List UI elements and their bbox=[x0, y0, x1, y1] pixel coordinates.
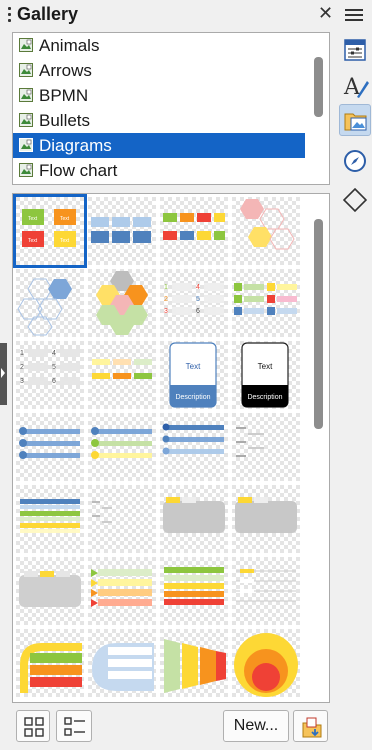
gallery-thumb-gray-numbered[interactable]: 1 4 2 5 3 6 bbox=[16, 341, 84, 409]
gallery-thumb-mixed-bullets[interactable] bbox=[88, 413, 156, 481]
gallery-thumb-quadrants[interactable]: Text Text Text Text bbox=[13, 194, 87, 268]
gallery-thumb-hex-cluster[interactable] bbox=[88, 269, 156, 337]
thumb-label: Text bbox=[28, 238, 38, 244]
new-theme-button[interactable]: New... bbox=[223, 710, 289, 742]
svg-text:1: 1 bbox=[20, 350, 24, 357]
gallery-thumb-colored-labels[interactable] bbox=[88, 341, 156, 409]
theme-item-diagrams[interactable]: Diagrams bbox=[13, 133, 305, 158]
gallery-thumb-blue-bullets-2[interactable] bbox=[160, 413, 228, 481]
gallery-thumb-plain-list[interactable] bbox=[232, 413, 300, 481]
svg-text:4: 4 bbox=[196, 284, 200, 291]
shapes-icon[interactable] bbox=[339, 184, 371, 216]
drag-grip-icon[interactable] bbox=[8, 7, 11, 23]
svg-text:4: 4 bbox=[52, 350, 56, 357]
theme-item-label: BPMN bbox=[39, 86, 89, 105]
gallery-thumb-hex-outline[interactable] bbox=[16, 269, 84, 337]
theme-icon bbox=[19, 138, 33, 152]
gallery-thumb-text-card-blue[interactable]: Text Description bbox=[160, 341, 228, 409]
thumb-description: Description bbox=[247, 394, 282, 401]
svg-text:5: 5 bbox=[52, 364, 56, 371]
gallery-thumb-line-list[interactable] bbox=[232, 557, 300, 625]
theme-item-label: Bullets bbox=[39, 111, 91, 130]
properties-icon[interactable] bbox=[339, 34, 371, 66]
svg-text:3: 3 bbox=[164, 308, 168, 315]
detailed-view-icon[interactable] bbox=[56, 710, 92, 742]
icon-view-icon[interactable] bbox=[16, 710, 50, 742]
panel-splitter-handle[interactable] bbox=[0, 343, 7, 405]
theme-item-animals[interactable]: Animals bbox=[13, 33, 329, 58]
thumb-description: Description bbox=[175, 394, 210, 401]
theme-icon bbox=[19, 38, 33, 52]
theme-list-scrollbar[interactable] bbox=[314, 57, 323, 117]
close-icon[interactable]: ✕ bbox=[318, 4, 333, 22]
thumb-label: Text bbox=[28, 216, 38, 222]
svg-text:3: 3 bbox=[20, 378, 24, 385]
gallery-thumb-chevron-stripes[interactable] bbox=[88, 557, 156, 625]
gallery-thumb-gray-tab-2[interactable] bbox=[232, 485, 300, 553]
panel-title: Gallery bbox=[17, 4, 79, 24]
theme-item-arrows[interactable]: Arrows bbox=[13, 58, 329, 83]
panel-titlebar: Gallery ✕ bbox=[0, 0, 336, 30]
navigator-icon[interactable] bbox=[339, 145, 371, 177]
theme-properties-icon[interactable] bbox=[293, 710, 328, 742]
gallery-thumb-faint-list[interactable] bbox=[88, 485, 156, 553]
gallery-thumb-stripes[interactable] bbox=[16, 485, 84, 553]
theme-icon bbox=[19, 113, 33, 127]
theme-item-flow-chart[interactable]: Flow chart bbox=[13, 158, 329, 183]
gallery-grid[interactable]: Text Text Text Text 1 4 2 5 3 6 1 4 2 5 … bbox=[12, 193, 330, 703]
sidebar-tabbar: A bbox=[336, 0, 372, 750]
gallery-thumb-gray-folder[interactable] bbox=[16, 557, 84, 625]
gallery-thumb-numbered-tags[interactable] bbox=[232, 269, 300, 337]
gallery-thumb-colored-stripes[interactable] bbox=[160, 557, 228, 625]
gallery-thumb-arc-bands[interactable] bbox=[16, 629, 84, 697]
svg-text:6: 6 bbox=[52, 378, 56, 385]
theme-list[interactable]: Animals Arrows BPMN Bullets Diagrams Flo… bbox=[12, 32, 330, 185]
thumb-label: Text bbox=[186, 362, 201, 371]
gallery-thumb-arc-blue[interactable] bbox=[88, 629, 156, 697]
gallery-icon[interactable] bbox=[339, 104, 371, 136]
theme-icon bbox=[19, 163, 33, 177]
theme-icon bbox=[19, 63, 33, 77]
gallery-thumb-numbered-list[interactable]: 1 4 2 5 3 6 bbox=[160, 269, 228, 337]
thumb-label: Text bbox=[258, 362, 273, 371]
svg-text:2: 2 bbox=[164, 296, 168, 303]
theme-item-label: Arrows bbox=[39, 61, 92, 80]
gallery-thumb-text-card-black[interactable]: Text Description bbox=[232, 341, 300, 409]
gallery-scrollbar[interactable] bbox=[314, 219, 323, 429]
gallery-thumb-blue-grid[interactable] bbox=[88, 197, 156, 265]
theme-item-label: Animals bbox=[39, 36, 100, 55]
svg-text:6: 6 bbox=[196, 308, 200, 315]
thumb-label: Text bbox=[60, 238, 70, 244]
gallery-thumb-concentric-circles[interactable] bbox=[232, 629, 300, 697]
theme-item-bpmn[interactable]: BPMN bbox=[13, 83, 329, 108]
theme-item-label: Flow chart bbox=[39, 161, 118, 180]
hamburger-menu-icon[interactable] bbox=[345, 9, 363, 24]
gallery-thumb-color-blocks[interactable] bbox=[160, 629, 228, 697]
gallery-thumb-colored-tabs[interactable] bbox=[160, 197, 228, 265]
svg-text:2: 2 bbox=[20, 364, 24, 371]
gallery-thumb-gray-tab[interactable] bbox=[160, 485, 228, 553]
thumb-label: Text bbox=[60, 216, 70, 222]
gallery-thumb-blue-bullets[interactable] bbox=[16, 413, 84, 481]
svg-text:1: 1 bbox=[164, 284, 168, 291]
gallery-thumb-hexagons[interactable] bbox=[232, 197, 300, 265]
svg-text:5: 5 bbox=[196, 296, 200, 303]
theme-item-label: Diagrams bbox=[39, 136, 112, 155]
styles-icon[interactable]: A bbox=[339, 69, 371, 101]
theme-icon bbox=[19, 88, 33, 102]
theme-item-bullets[interactable]: Bullets bbox=[13, 108, 329, 133]
